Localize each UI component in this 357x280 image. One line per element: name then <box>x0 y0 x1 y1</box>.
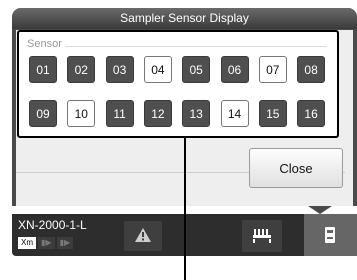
sensor-14: 14 <box>220 100 249 127</box>
device-button[interactable] <box>304 214 357 256</box>
model-mode-tabs: Xm ▮▶ ▮▶ <box>18 237 74 249</box>
sensor-16: 16 <box>297 100 326 127</box>
mode-tab-3[interactable]: ▮▶ <box>56 237 74 249</box>
sampler-rack-button[interactable] <box>242 220 282 252</box>
sensor-group-label: Sensor <box>27 38 62 50</box>
mode-tab-xm[interactable]: Xm <box>18 237 36 249</box>
dialog-title: Sampler Sensor Display <box>12 8 357 29</box>
sensor-10: 10 <box>67 100 96 127</box>
sensor-15: 15 <box>258 100 287 127</box>
sensor-13: 13 <box>182 100 211 127</box>
sensor-group: Sensor 01 02 03 04 05 06 07 08 09 10 11 12 13 14 15 16 <box>17 30 339 138</box>
mode-tab-2[interactable]: ▮▶ <box>38 237 55 249</box>
device-icon <box>325 227 335 243</box>
sensor-06: 06 <box>220 56 249 83</box>
sensor-05: 05 <box>182 56 211 83</box>
sensor-04: 04 <box>143 56 172 83</box>
close-button[interactable]: Close <box>249 148 343 188</box>
sensor-02: 02 <box>67 56 96 83</box>
warning-triangle-icon <box>135 228 151 242</box>
sensor-07: 07 <box>258 56 287 83</box>
model-selector[interactable]: XN-2000-1-L Xm ▮▶ ▮▶ <box>16 217 124 253</box>
sensor-group-rule <box>65 46 327 47</box>
sensor-01: 01 <box>29 56 57 83</box>
sensor-grid: 01 02 03 04 05 06 07 08 09 10 11 12 13 14 15 16 <box>29 56 329 128</box>
callout-leader-line <box>184 137 186 280</box>
sensor-12: 12 <box>143 100 172 127</box>
sensor-03: 03 <box>105 56 134 83</box>
model-name: XN-2000-1-L <box>18 218 87 232</box>
warning-button[interactable] <box>124 221 162 251</box>
sensor-11: 11 <box>105 100 134 127</box>
sensor-08: 08 <box>297 56 326 83</box>
dialog-pointer <box>308 206 332 214</box>
sensor-09: 09 <box>29 100 57 127</box>
sampler-rack-icon <box>253 229 271 243</box>
